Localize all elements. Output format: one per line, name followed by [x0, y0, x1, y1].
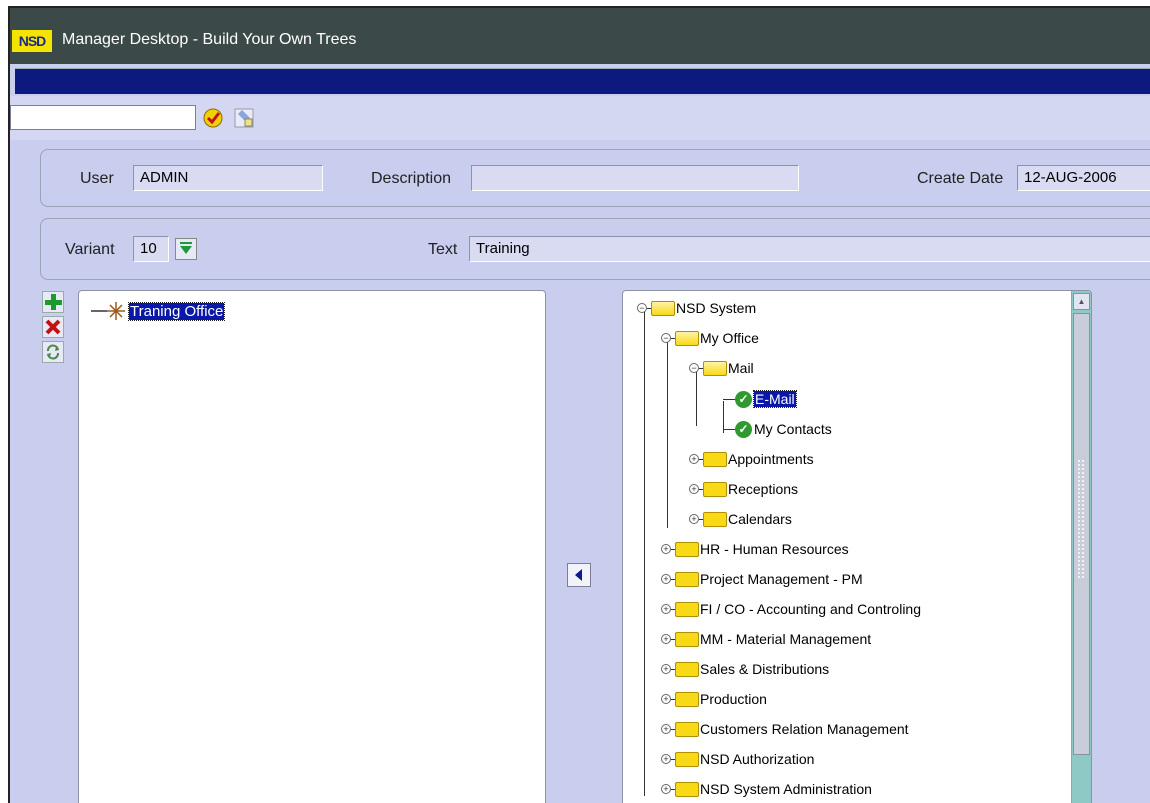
tree-node-email[interactable]: ✓ E-Mail — [723, 388, 797, 410]
custom-tree-root-label: Traning Office — [127, 301, 226, 321]
tree-node-appointments[interactable]: + Appointments — [689, 448, 814, 470]
folder-icon — [675, 781, 699, 797]
folder-open-icon — [703, 360, 727, 376]
arrow-left-icon — [575, 569, 582, 581]
tree-node-nsd-system[interactable]: − NSD System — [637, 297, 756, 319]
description-label: Description — [371, 170, 452, 187]
tree-node-my-contacts[interactable]: ✓ My Contacts — [723, 418, 832, 440]
system-tree: − NSD System − My Office − Mail ✓ E-Mail ✓ My… — [623, 291, 1073, 803]
user-field[interactable]: ADMIN — [133, 165, 323, 191]
tree-node-calendars[interactable]: + Calendars — [689, 508, 792, 530]
refresh-button[interactable] — [42, 341, 64, 363]
add-node-button[interactable] — [42, 291, 64, 313]
expand-icon[interactable]: + — [661, 664, 671, 674]
title-bar: NSD Manager Desktop - Build Your Own Tre… — [10, 8, 1150, 64]
ok-check-button[interactable] — [201, 106, 225, 130]
scroll-grip — [1077, 459, 1085, 579]
variant-field[interactable]: 10 — [133, 236, 169, 262]
tree-node-module[interactable]: + NSD Authorization — [661, 748, 814, 770]
vertical-scrollbar[interactable]: ▲ — [1071, 291, 1091, 803]
expand-icon[interactable]: + — [689, 454, 699, 464]
folder-icon — [703, 451, 727, 467]
variant-panel: Variant 10 Text Training — [40, 218, 1150, 280]
tree-node-my-office[interactable]: − My Office — [661, 327, 759, 349]
folder-open-icon — [651, 300, 675, 316]
tree-node-module[interactable]: + Project Management - PM — [661, 568, 863, 590]
folder-icon — [675, 571, 699, 587]
move-left-button[interactable] — [567, 563, 591, 587]
expand-icon[interactable]: + — [689, 484, 699, 494]
folder-icon — [703, 481, 727, 497]
delete-x-icon — [45, 319, 61, 335]
app-window: NSD Manager Desktop - Build Your Own Tre… — [8, 6, 1150, 803]
expand-icon[interactable]: + — [661, 604, 671, 614]
tree-node-module[interactable]: + HR - Human Resources — [661, 538, 849, 560]
folder-icon — [675, 721, 699, 737]
tree-node-module[interactable]: + NSD System Administration — [661, 778, 872, 800]
system-tree-pane[interactable]: − NSD System − My Office − Mail ✓ E-Mail ✓ My… — [622, 290, 1092, 803]
tree-node-mail[interactable]: − Mail — [689, 357, 754, 379]
collapse-icon[interactable]: − — [637, 303, 647, 313]
expand-icon[interactable]: + — [661, 784, 671, 794]
folder-icon — [703, 511, 727, 527]
text-label: Text — [428, 241, 458, 258]
folder-icon — [675, 541, 699, 557]
nsd-logo: NSD — [12, 30, 52, 52]
custom-tree-pane[interactable]: Traning Office — [78, 290, 546, 803]
check-icon: ✓ — [735, 420, 752, 438]
folder-icon — [675, 631, 699, 647]
check-icon — [203, 108, 223, 128]
toolbar — [10, 96, 1150, 140]
refresh-icon — [47, 344, 59, 360]
variant-label: Variant — [65, 241, 115, 258]
tree-node-module[interactable]: + Customers Relation Management — [661, 718, 909, 740]
expand-icon[interactable]: + — [689, 514, 699, 524]
custom-tree-root[interactable]: Traning Office — [89, 299, 226, 323]
description-field[interactable] — [471, 165, 799, 191]
window-title: Manager Desktop - Build Your Own Trees — [62, 31, 357, 48]
scroll-up-icon[interactable]: ▲ — [1073, 293, 1090, 310]
expand-icon[interactable]: + — [661, 634, 671, 644]
collapse-icon[interactable]: − — [689, 363, 699, 373]
expand-icon[interactable]: + — [661, 754, 671, 764]
folder-icon — [675, 601, 699, 617]
variant-lov-button[interactable] — [175, 238, 197, 260]
menu-bar — [15, 68, 1150, 94]
create-date-label: Create Date — [917, 170, 1004, 187]
expand-icon[interactable]: + — [661, 724, 671, 734]
header-panel: User ADMIN Description Create Date 12-AU… — [40, 149, 1150, 207]
tree-node-module[interactable]: + MM - Material Management — [661, 628, 871, 650]
tree-node-module[interactable]: + Sales & Distributions — [661, 658, 829, 680]
collapse-icon[interactable]: − — [661, 333, 671, 343]
tree-line — [667, 338, 668, 528]
delete-node-button[interactable] — [42, 316, 64, 338]
tree-line — [644, 308, 645, 796]
eraser-icon — [234, 108, 254, 128]
plus-icon — [45, 294, 62, 310]
create-date-field[interactable]: 12-AUG-2006 — [1017, 165, 1150, 191]
tree-node-receptions[interactable]: + Receptions — [689, 478, 798, 500]
folder-open-icon — [675, 330, 699, 346]
expand-icon[interactable]: + — [661, 694, 671, 704]
check-icon: ✓ — [735, 390, 752, 408]
dropdown-arrow-icon — [180, 242, 192, 254]
new-node-icon — [91, 302, 125, 320]
expand-icon[interactable]: + — [661, 544, 671, 554]
toolbar-input[interactable] — [10, 105, 196, 130]
folder-icon — [675, 691, 699, 707]
folder-icon — [675, 661, 699, 677]
folder-icon — [675, 751, 699, 767]
text-field[interactable]: Training — [469, 236, 1150, 262]
user-label: User — [80, 170, 114, 187]
tree-node-module[interactable]: + FI / CO - Accounting and Controling — [661, 598, 921, 620]
tree-node-module[interactable]: + Production — [661, 688, 767, 710]
expand-icon[interactable]: + — [661, 574, 671, 584]
eraser-button[interactable] — [232, 106, 256, 130]
